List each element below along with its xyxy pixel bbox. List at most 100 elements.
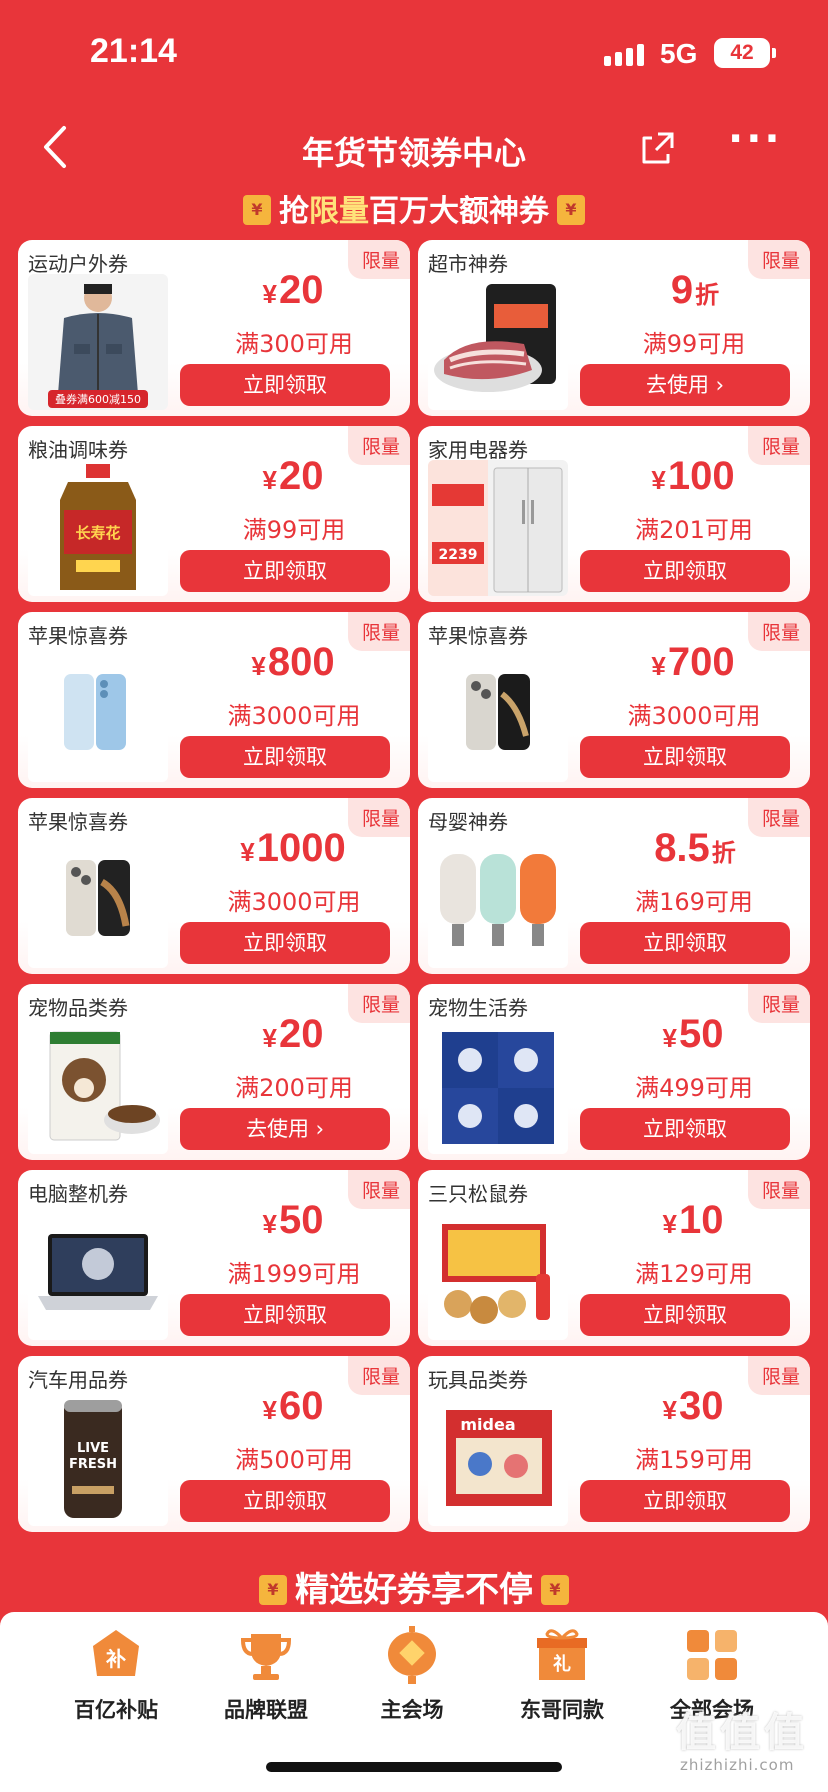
coupon-card[interactable]: 苹果惊喜券 限量 ¥1000 满3000可用 立即领取: [18, 798, 410, 974]
svg-text:2239: 2239: [439, 547, 478, 563]
currency-symbol: ¥: [262, 1395, 277, 1425]
product-image[interactable]: 2239: [428, 460, 568, 596]
coupon-grid: 运动户外券 限量 叠券满600减150 ¥20 满300可用 立即领取 超市神券…: [18, 240, 810, 1532]
coupon-amount: 8.5折: [578, 826, 810, 871]
coupon-card[interactable]: 运动户外券 限量 叠券满600减150 ¥20 满300可用 立即领取: [18, 240, 410, 416]
coupon-card[interactable]: 母婴神券 限量 8.5折 满169可用 立即领取: [418, 798, 810, 974]
coupon-card[interactable]: 汽车用品券 限量 LIVE FRESH ¥60 满500可用 立即领取: [18, 1356, 410, 1532]
product-image[interactable]: [28, 1204, 168, 1340]
coupon-condition: 满3000可用: [227, 702, 361, 730]
coupon-amount: ¥20: [178, 1012, 410, 1057]
coupon-card[interactable]: 超市神券 限量 9折 满99可用 去使用 ›: [418, 240, 810, 416]
share-icon[interactable]: [638, 128, 678, 168]
coupon-card[interactable]: 玩具品类券 限量 midea ¥30 满159可用 立即领取: [418, 1356, 810, 1532]
claim-button[interactable]: 立即领取: [580, 1108, 790, 1150]
coupon-amount: ¥20: [178, 268, 410, 313]
coupon-card[interactable]: 三只松鼠券 限量 ¥10 满129可用 立即领取: [418, 1170, 810, 1346]
coupon-name: 苹果惊喜券: [28, 810, 128, 834]
product-image[interactable]: [428, 274, 568, 410]
coupon-card[interactable]: 宠物生活券 限量 ¥50 满499可用 立即领取: [418, 984, 810, 1160]
grid-icon: [683, 1626, 741, 1684]
claim-button[interactable]: 立即领取: [180, 550, 390, 592]
section-title: 精选好券享不停: [0, 1562, 828, 1611]
coupon-name: 玩具品类券: [428, 1368, 528, 1392]
amount-value: 9: [670, 268, 694, 312]
ticket-icon: [259, 1575, 287, 1605]
coupon-name: 运动户外券: [28, 252, 128, 276]
product-image[interactable]: midea: [428, 1390, 568, 1526]
gift-icon: 礼: [533, 1626, 591, 1684]
coupon-condition: 满129可用: [635, 1260, 753, 1288]
coupon-card[interactable]: 宠物品类券 限量 ¥20 满200可用 去使用 ›: [18, 984, 410, 1160]
coupon-amount: ¥700: [578, 640, 810, 685]
claim-button[interactable]: 立即领取: [180, 1294, 390, 1336]
product-image[interactable]: [428, 1018, 568, 1154]
discount-unit: 折: [695, 281, 720, 309]
tab-item[interactable]: 礼东哥同款: [492, 1626, 632, 1724]
product-image[interactable]: 叠券满600减150: [28, 274, 168, 410]
coupon-condition: 满1999可用: [227, 1260, 361, 1288]
coupon-condition: 满300可用: [235, 330, 353, 358]
product-image[interactable]: [28, 1018, 168, 1154]
banner-suffix: 百万大额神券: [369, 194, 549, 229]
claim-button[interactable]: 立即领取: [580, 1294, 790, 1336]
amount-value: 50: [678, 1012, 724, 1056]
amount-value: 10: [678, 1198, 724, 1242]
coupon-card[interactable]: 粮油调味券 限量 长寿花 ¥20 满99可用 立即领取: [18, 426, 410, 602]
status-time: 21:14: [90, 32, 177, 70]
tab-item[interactable]: 补百亿补贴: [46, 1626, 186, 1724]
watermark: 值值值: [676, 1710, 808, 1756]
coupon-card[interactable]: 电脑整机券 限量 ¥50 满1999可用 立即领取: [18, 1170, 410, 1346]
coupon-condition: 满99可用: [242, 516, 346, 544]
coupon-name: 宠物生活券: [428, 996, 528, 1020]
claim-button[interactable]: 立即领取: [580, 550, 790, 592]
svg-text:FRESH: FRESH: [69, 1457, 117, 1472]
claim-button[interactable]: 立即领取: [580, 736, 790, 778]
currency-symbol: ¥: [662, 1023, 677, 1053]
coupon-card[interactable]: 苹果惊喜券 限量 ¥800 满3000可用 立即领取: [18, 612, 410, 788]
tab-item[interactable]: 品牌联盟: [196, 1626, 336, 1724]
coupon-amount: ¥1000: [178, 826, 410, 871]
amount-value: 60: [278, 1384, 324, 1428]
coupon-amount: ¥50: [178, 1198, 410, 1243]
discount-unit: 折: [711, 839, 736, 867]
coupon-amount: ¥20: [178, 454, 410, 499]
claim-button[interactable]: 立即领取: [580, 1480, 790, 1522]
product-image[interactable]: [428, 1204, 568, 1340]
product-image[interactable]: LIVE FRESH: [28, 1390, 168, 1526]
network-type: 5G: [660, 38, 698, 69]
tab-item[interactable]: 主会场: [342, 1626, 482, 1724]
coupon-amount: ¥10: [578, 1198, 810, 1243]
coupon-card[interactable]: 家用电器券 限量 2239 ¥100 满201可用 立即领取: [418, 426, 810, 602]
claim-button[interactable]: 立即领取: [180, 922, 390, 964]
watermark-url: zhizhizhi.com: [680, 1756, 795, 1774]
signal-icon: [604, 44, 644, 66]
coupon-name: 电脑整机券: [28, 1182, 128, 1206]
currency-symbol: ¥: [662, 1395, 677, 1425]
product-image[interactable]: [28, 832, 168, 968]
claim-button[interactable]: 去使用 ›: [180, 1108, 390, 1150]
claim-button[interactable]: 立即领取: [180, 1480, 390, 1522]
product-image[interactable]: [28, 646, 168, 782]
claim-button[interactable]: 去使用 ›: [580, 364, 790, 406]
coupon-name: 苹果惊喜券: [28, 624, 128, 648]
nav-bar: 年货节领券中心 ···: [0, 110, 828, 190]
banner-prefix: 抢: [279, 194, 309, 229]
claim-button[interactable]: 立即领取: [180, 736, 390, 778]
coupon-amount: ¥100: [578, 454, 810, 499]
product-image[interactable]: [428, 646, 568, 782]
currency-symbol: ¥: [651, 465, 666, 495]
claim-button[interactable]: 立即领取: [580, 922, 790, 964]
coupon-name: 超市神券: [428, 252, 508, 276]
currency-symbol: ¥: [651, 651, 666, 681]
coupon-card[interactable]: 苹果惊喜券 限量 ¥700 满3000可用 立即领取: [418, 612, 810, 788]
product-image[interactable]: 长寿花: [28, 460, 168, 596]
ticket-icon: [557, 195, 585, 225]
currency-symbol: ¥: [262, 1209, 277, 1239]
claim-button[interactable]: 立即领取: [180, 364, 390, 406]
currency-symbol: ¥: [262, 279, 277, 309]
coupon-name: 家用电器券: [428, 438, 528, 462]
page-title: 年货节领券中心: [301, 134, 526, 172]
more-icon[interactable]: ···: [728, 116, 783, 162]
product-image[interactable]: [428, 832, 568, 968]
